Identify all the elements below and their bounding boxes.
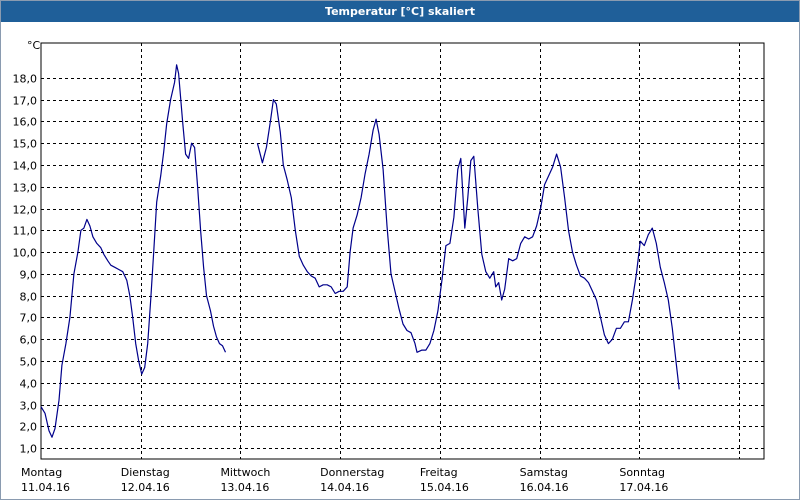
x-tick-date: 13.04.16 [220, 481, 269, 494]
x-tick-date: 14.04.16 [320, 481, 369, 494]
x-grid [141, 43, 740, 459]
y-tick-label: 12,0 [13, 204, 38, 217]
y-tick-label: 8,0 [20, 291, 38, 304]
x-tick-day: Samstag [520, 466, 568, 479]
x-tick-date: 11.04.16 [21, 481, 70, 494]
y-tick-label: 11,0 [13, 225, 38, 238]
y-tick-label: 10,0 [13, 247, 38, 260]
y-tick-label: 18,0 [13, 73, 38, 86]
x-tick-date: 15.04.16 [420, 481, 469, 494]
y-tick-label: 9,0 [20, 269, 38, 282]
chart-window: Temperatur [°C] skaliert °C 1,0 2,0 3,0 4,0… [0, 0, 800, 500]
x-tick-date: 17.04.16 [619, 481, 668, 494]
x-tick-date: 16.04.16 [520, 481, 569, 494]
y-tick-label: 4,0 [20, 378, 38, 391]
chart-title: Temperatur [°C] skaliert [1, 1, 799, 22]
y-tick-label: 1,0 [20, 443, 38, 456]
y-tick-label: 16,0 [13, 116, 38, 129]
y-tick-label: 15,0 [13, 138, 38, 151]
y-tick-labels: 1,0 2,0 3,0 4,0 5,0 6,0 7,0 8,0 9,0 10,0 11,0 12,0 1… [13, 73, 38, 456]
y-tick-label: 5,0 [20, 356, 38, 369]
temperature-line [40, 64, 227, 438]
x-tick-date: 12.04.16 [121, 481, 170, 494]
y-tick-label: 14,0 [13, 160, 38, 173]
x-tick-labels: Montag 11.04.16 Dienstag 12.04.16 Mittwoch 13… [21, 466, 668, 494]
temperature-chart: °C 1,0 2,0 3,0 4,0 5,0 6,0 7,0 8,0 9,0 10,0 11,0 12… [13, 39, 765, 494]
series-group [40, 64, 680, 438]
y-tick-label: 7,0 [20, 312, 38, 325]
y-tick-label: 6,0 [20, 334, 38, 347]
x-tick-day: Freitag [420, 466, 458, 479]
y-tick-label: 13,0 [13, 182, 38, 195]
x-tick-day: Donnerstag [320, 466, 384, 479]
y-unit-label: °C [27, 39, 41, 52]
y-tick-label: 2,0 [20, 421, 38, 434]
x-tick-day: Sonntag [619, 466, 665, 479]
y-grid [41, 78, 764, 449]
y-tick-label: 3,0 [20, 400, 38, 413]
x-tick-day: Dienstag [121, 466, 170, 479]
x-tick-day: Mittwoch [220, 466, 270, 479]
plot-area-border [40, 42, 765, 460]
x-tick-day: Montag [21, 466, 62, 479]
y-tick-label: 17,0 [13, 95, 38, 108]
